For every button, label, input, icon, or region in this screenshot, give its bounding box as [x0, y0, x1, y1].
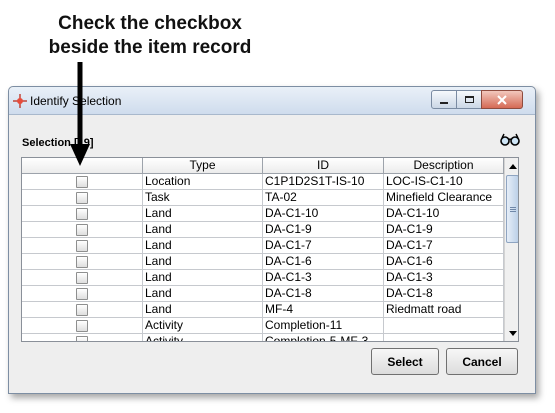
grip-icon [510, 207, 516, 212]
id-cell: DA-C1-8 [263, 286, 384, 302]
id-cell: DA-C1-6 [263, 254, 384, 270]
description-cell: DA-C1-7 [384, 238, 504, 254]
description-cell: DA-C1-10 [384, 206, 504, 222]
description-cell: DA-C1-8 [384, 286, 504, 302]
minimize-button[interactable] [431, 90, 457, 109]
table-row[interactable]: Land DA-C1-9 DA-C1-9 [22, 222, 504, 238]
scroll-up-button[interactable] [505, 158, 518, 174]
id-cell: TA-02 [263, 190, 384, 206]
scroll-thumb[interactable] [506, 175, 518, 243]
scroll-down-button[interactable] [505, 325, 518, 341]
maximize-button[interactable] [456, 90, 482, 109]
glasses-icon[interactable] [500, 133, 520, 147]
id-cell: DA-C1-3 [263, 270, 384, 286]
maximize-icon [464, 96, 474, 103]
arrow-up-icon [508, 163, 517, 169]
down-arrow-icon [70, 62, 90, 166]
checkbox-cell [22, 190, 143, 206]
row-checkbox[interactable] [76, 303, 88, 316]
checkbox-cell [22, 238, 143, 254]
checkbox-cell [22, 222, 143, 238]
type-cell: Land [143, 270, 263, 286]
table-row[interactable]: Activity Completion-11 [22, 318, 504, 334]
checkbox-cell [22, 334, 143, 341]
table-row[interactable]: Land DA-C1-8 DA-C1-8 [22, 286, 504, 302]
row-checkbox[interactable] [76, 335, 88, 341]
description-cell: Minefield Clearance [384, 190, 504, 206]
row-checkbox[interactable] [76, 255, 88, 268]
table-row[interactable]: Task TA-02 Minefield Clearance [22, 190, 504, 206]
description-cell: DA-C1-6 [384, 254, 504, 270]
row-checkbox[interactable] [76, 287, 88, 300]
description-cell: LOC-IS-C1-10 [384, 174, 504, 190]
row-checkbox[interactable] [76, 175, 88, 188]
table-row[interactable]: Activity Completion-5-MF-3 [22, 334, 504, 341]
row-checkbox[interactable] [76, 223, 88, 236]
type-cell: Activity [143, 334, 263, 341]
close-button[interactable] [481, 90, 523, 109]
type-cell: Land [143, 254, 263, 270]
checkbox-cell [22, 270, 143, 286]
selection-table: Type ID Description Location C1P1D2S1T-IS… [21, 157, 519, 342]
row-checkbox[interactable] [76, 207, 88, 220]
type-cell: Activity [143, 318, 263, 334]
id-cell: DA-C1-7 [263, 238, 384, 254]
arrow-down-icon [508, 330, 517, 336]
id-cell: DA-C1-9 [263, 222, 384, 238]
type-cell: Land [143, 238, 263, 254]
row-checkbox[interactable] [76, 271, 88, 284]
id-cell: C1P1D2S1T-IS-10 [263, 174, 384, 190]
id-cell: MF-4 [263, 302, 384, 318]
type-cell: Land [143, 206, 263, 222]
checkbox-cell [22, 206, 143, 222]
table-row[interactable]: Land MF-4 Riedmatt road [22, 302, 504, 318]
table-body: Location C1P1D2S1T-IS-10 LOC-IS-C1-10 Task T… [22, 174, 504, 341]
type-cell: Land [143, 222, 263, 238]
type-cell: Land [143, 286, 263, 302]
window-controls [431, 90, 523, 109]
table-row[interactable]: Land DA-C1-3 DA-C1-3 [22, 270, 504, 286]
select-button[interactable]: Select [371, 348, 439, 375]
table-row[interactable]: Land DA-C1-7 DA-C1-7 [22, 238, 504, 254]
cancel-button[interactable]: Cancel [446, 348, 518, 375]
table-row[interactable]: Land DA-C1-6 DA-C1-6 [22, 254, 504, 270]
checkbox-cell [22, 174, 143, 190]
id-cell: Completion-5-MF-3 [263, 334, 384, 341]
table-row[interactable]: Land DA-C1-10 DA-C1-10 [22, 206, 504, 222]
type-cell: Land [143, 302, 263, 318]
callout-line-1: Check the checkbox [58, 13, 242, 34]
description-cell: DA-C1-3 [384, 270, 504, 286]
row-checkbox[interactable] [76, 319, 88, 332]
column-header-type[interactable]: Type [143, 158, 263, 174]
checkbox-cell [22, 302, 143, 318]
table-header: Type ID Description [22, 158, 504, 174]
callout-line-2: beside the item record [48, 37, 252, 58]
minimize-icon [440, 101, 448, 104]
instruction-callout: Check the checkbox beside the item recor… [0, 12, 300, 60]
description-cell [384, 334, 504, 341]
column-header-description[interactable]: Description [384, 158, 504, 174]
checkbox-cell [22, 254, 143, 270]
close-icon [497, 94, 507, 105]
id-cell: DA-C1-10 [263, 206, 384, 222]
description-cell [384, 318, 504, 334]
row-checkbox[interactable] [76, 239, 88, 252]
checkbox-cell [22, 318, 143, 334]
crosshair-icon [13, 94, 27, 108]
id-cell: Completion-11 [263, 318, 384, 334]
vertical-scrollbar[interactable] [504, 158, 518, 341]
column-header-id[interactable]: ID [263, 158, 384, 174]
description-cell: Riedmatt road [384, 302, 504, 318]
row-checkbox[interactable] [76, 191, 88, 204]
table-row[interactable]: Location C1P1D2S1T-IS-10 LOC-IS-C1-10 [22, 174, 504, 190]
checkbox-cell [22, 286, 143, 302]
type-cell: Location [143, 174, 263, 190]
type-cell: Task [143, 190, 263, 206]
description-cell: DA-C1-9 [384, 222, 504, 238]
